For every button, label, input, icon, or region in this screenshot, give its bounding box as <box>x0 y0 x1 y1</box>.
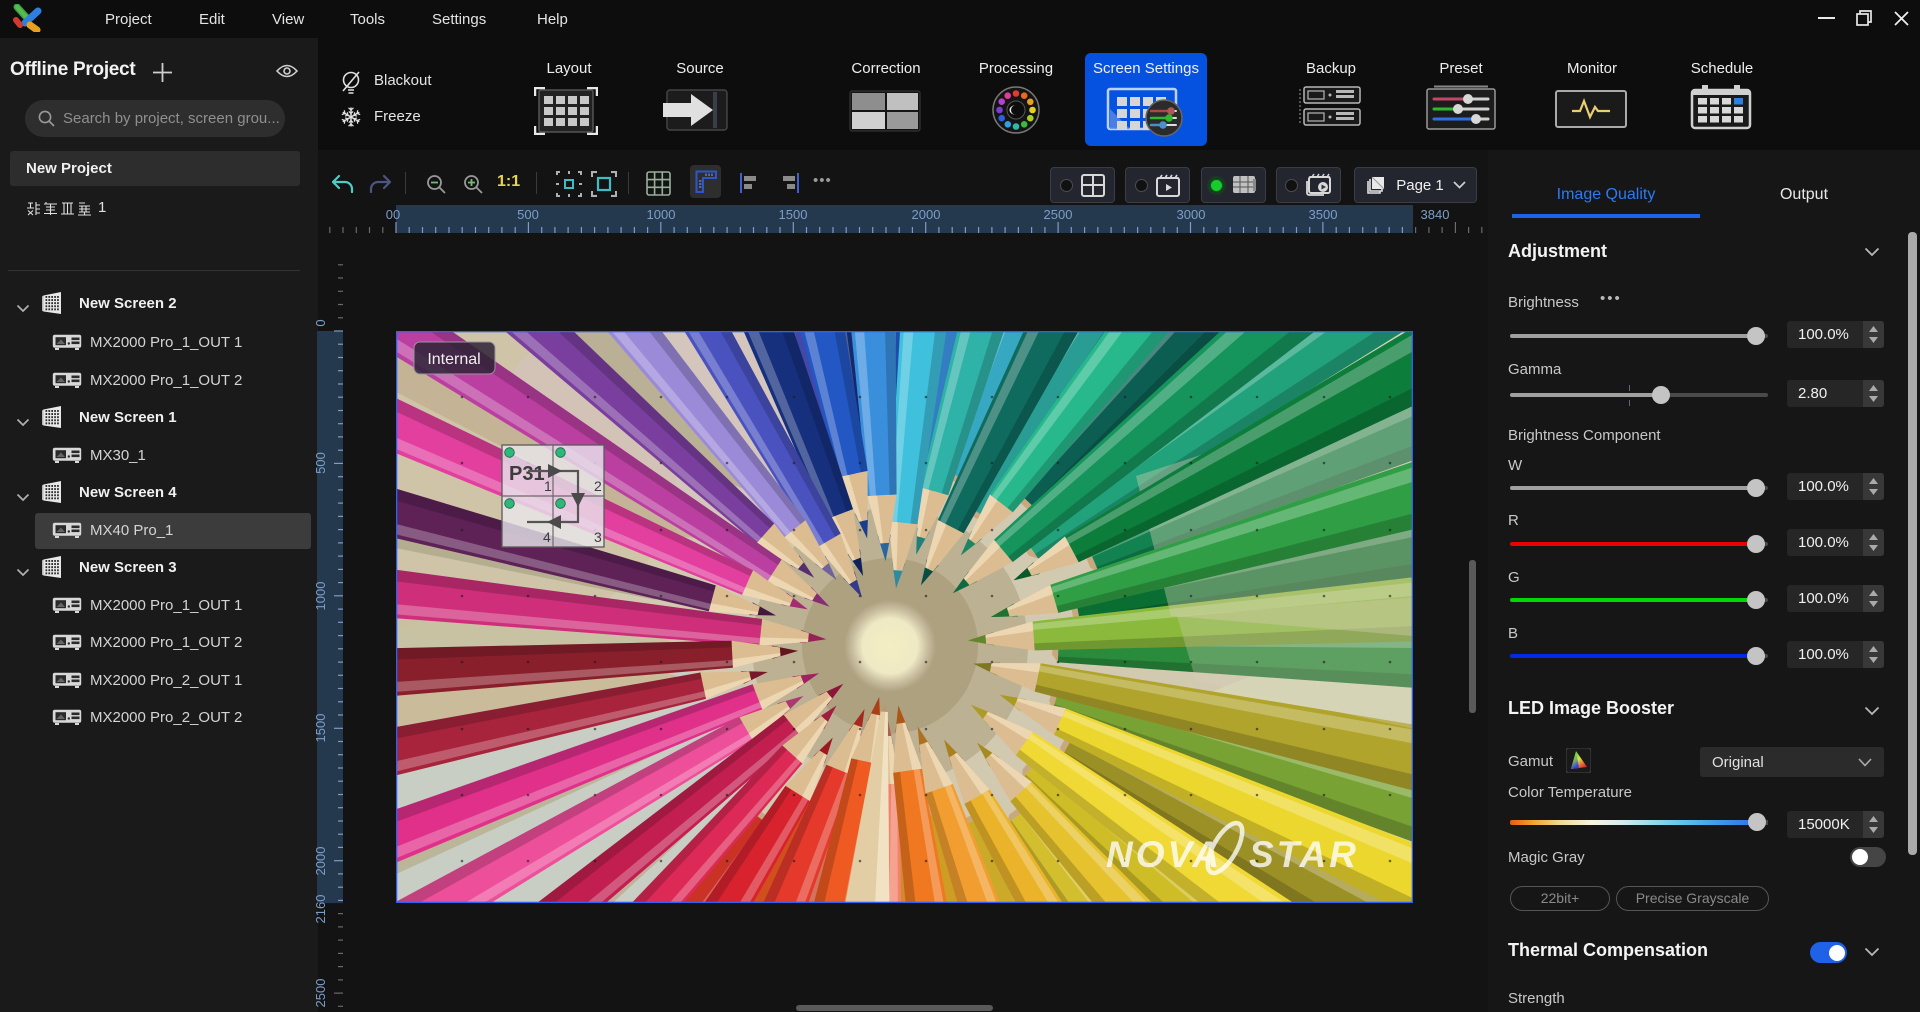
svg-text:3000: 3000 <box>1177 207 1206 222</box>
svg-text:2: 2 <box>594 478 602 494</box>
svg-text:500: 500 <box>517 207 539 222</box>
svg-text:2000: 2000 <box>912 207 941 222</box>
svg-text:3840: 3840 <box>1421 207 1450 222</box>
svg-text:3500: 3500 <box>1309 207 1338 222</box>
svg-text:2160: 2160 <box>315 895 328 924</box>
svg-text:2000: 2000 <box>315 847 328 876</box>
svg-text:500: 500 <box>315 452 328 474</box>
svg-text:1000: 1000 <box>315 582 328 611</box>
svg-text:P31: P31 <box>509 463 545 485</box>
svg-text:1: 1 <box>544 478 552 494</box>
svg-text:00: 00 <box>386 207 400 222</box>
svg-text:0: 0 <box>315 319 328 326</box>
svg-text:1000: 1000 <box>647 207 676 222</box>
svg-text:Internal: Internal <box>427 351 480 368</box>
svg-text:2500: 2500 <box>315 979 328 1008</box>
svg-text:STAR: STAR <box>1249 834 1359 875</box>
svg-text:3: 3 <box>594 529 602 545</box>
svg-text:2500: 2500 <box>1044 207 1073 222</box>
svg-text:4: 4 <box>543 529 551 545</box>
svg-text:NOVA: NOVA <box>1106 834 1222 875</box>
svg-text:1500: 1500 <box>315 714 328 743</box>
svg-text:1500: 1500 <box>779 207 808 222</box>
